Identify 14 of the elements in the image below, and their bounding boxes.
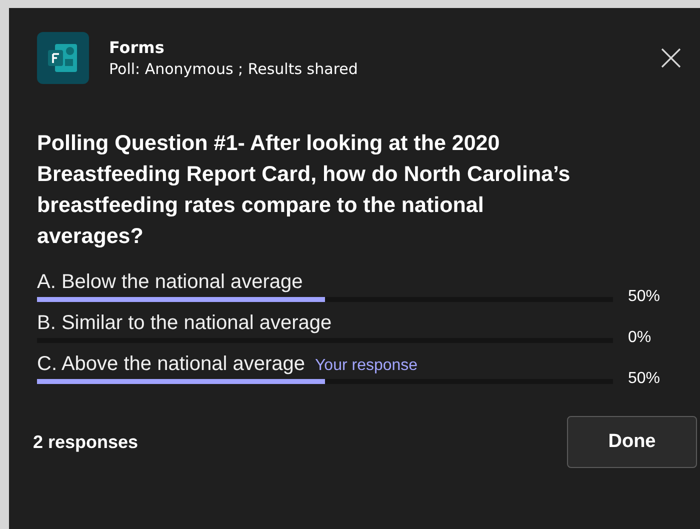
percent-value: 50% <box>628 288 660 306</box>
poll-settings: Poll: Anonymous ; Results shared <box>109 59 358 80</box>
percent-value: 50% <box>628 370 660 388</box>
response-count: 2 responses <box>33 432 138 452</box>
close-icon[interactable] <box>661 48 681 68</box>
your-response-label: Your response <box>314 357 418 375</box>
done-button[interactable]: Done <box>567 416 697 468</box>
question-text: Polling Question #1- After looking at the 2020 Breastfeeding Report Card, how do North Carolina’s breastfeeding rates compare to the national averages? <box>37 130 572 250</box>
option-label: C. Above the national average <box>37 352 305 377</box>
forms-app-icon <box>37 32 89 84</box>
percent-value: 0% <box>628 329 652 347</box>
app-name: Forms <box>109 38 166 58</box>
option-label: B. Similar to the national average <box>37 311 332 336</box>
option-label: A. Below the national average <box>37 270 303 295</box>
